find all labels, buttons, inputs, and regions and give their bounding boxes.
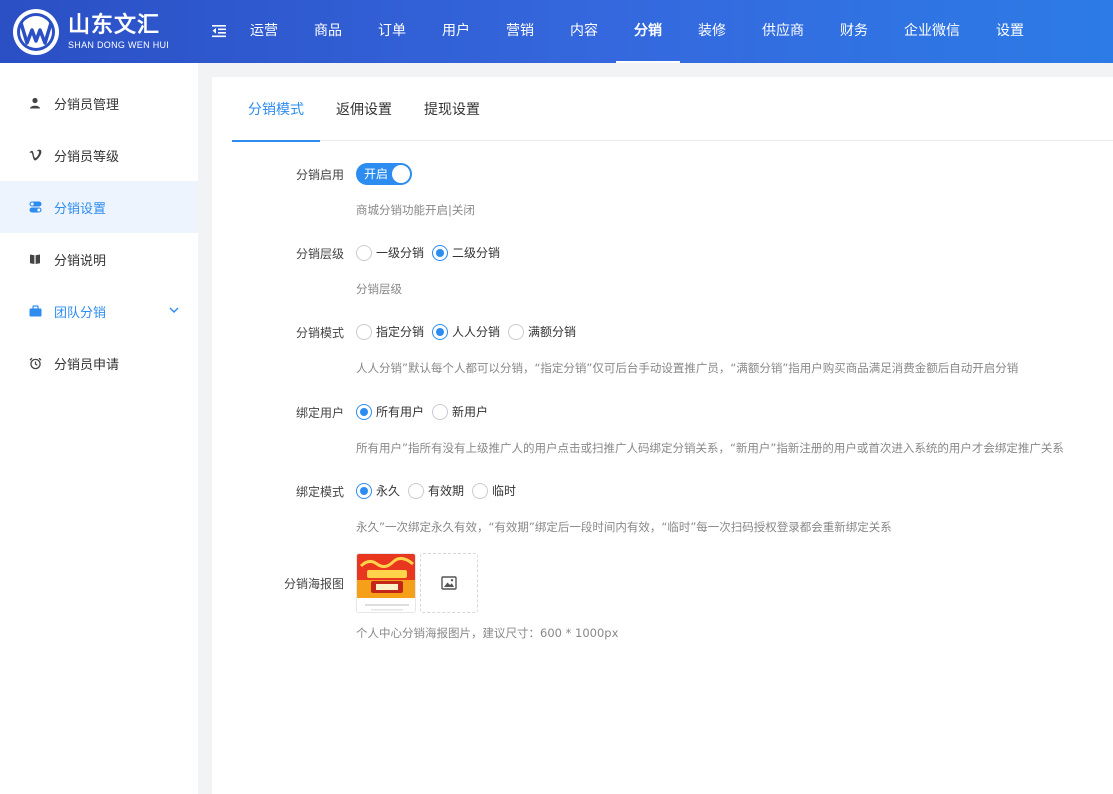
nav-marketing[interactable]: 营销	[488, 0, 552, 63]
nav-finance[interactable]: 财务	[822, 0, 886, 63]
sidebar-item-label: 团队分销	[54, 305, 107, 321]
toggle-settings-icon	[28, 200, 42, 214]
image-upload-icon	[441, 576, 457, 590]
radio-level-one[interactable]: 一级分销	[356, 244, 424, 261]
radio-circle	[356, 482, 372, 499]
alarm-clock-icon	[28, 356, 42, 370]
radio-bind-all-users[interactable]: 所有用户	[356, 403, 424, 420]
radio-circle	[432, 323, 449, 340]
poster-thumbnail[interactable]	[356, 553, 416, 613]
radio-mode-designated[interactable]: 指定分销	[356, 323, 424, 340]
nav-content[interactable]: 内容	[552, 0, 616, 63]
poster-image	[357, 554, 415, 612]
sidebar-item-distributor-application[interactable]: 分销员申请	[0, 337, 198, 389]
sidebar: 分销员管理 分销员等级 分销设置 分销说明 团队分销 分销员申请	[0, 63, 198, 794]
radio-circle	[356, 323, 372, 340]
nav-orders[interactable]: 订单	[360, 0, 424, 63]
field-label: 分销模式	[295, 326, 344, 340]
settings-tabs: 分销模式 返佣设置 提现设置	[232, 77, 1113, 142]
field-label: 分销海报图	[283, 577, 344, 591]
book-icon	[28, 252, 42, 266]
brand-logo-icon	[13, 9, 59, 55]
brand-name-en: SHAN DONG WEN HUI	[68, 40, 170, 50]
chevron-down-icon[interactable]	[168, 304, 180, 316]
nav-decoration[interactable]: 装修	[680, 0, 744, 63]
radio-label: 临时	[492, 484, 517, 498]
main-panel: 分销模式 返佣设置 提现设置 分销启用 开启 商城分销功能开启|关闭 分销层级 …	[212, 77, 1113, 794]
nav-products[interactable]: 商品	[296, 0, 360, 63]
top-header: 山东文汇 SHAN DONG WEN HUI 运营 商品 订单 用户 营销 内容…	[0, 0, 1113, 63]
radio-level-two[interactable]: 二级分销	[432, 244, 500, 261]
field-hint: 永久”一次绑定永久有效，“有效期”绑定后一段时间内有效，“临时”每一次扫码授权登…	[356, 520, 892, 534]
radio-label: 一级分销	[376, 246, 425, 260]
top-nav: 运营 商品 订单 用户 营销 内容 分销 装修 供应商 财务 企业微信 设置	[232, 0, 1042, 63]
sidebar-item-distribution-settings[interactable]: 分销设置	[0, 181, 198, 233]
sidebar-item-distribution-guide[interactable]: 分销说明	[0, 233, 198, 285]
nav-suppliers[interactable]: 供应商	[744, 0, 822, 63]
briefcase-icon	[28, 304, 42, 318]
brand-name-cn: 山东文汇	[68, 13, 161, 38]
radio-bind-new-users[interactable]: 新用户	[432, 403, 488, 420]
field-label: 分销层级	[295, 247, 344, 261]
radio-label: 新用户	[452, 405, 489, 419]
radio-circle	[508, 323, 525, 340]
radio-circle	[356, 403, 372, 420]
sidebar-item-team-distribution[interactable]: 团队分销	[0, 285, 198, 337]
brand-text: 山东文汇 SHAN DONG WEN HUI	[68, 13, 169, 51]
radio-label: 二级分销	[452, 246, 501, 260]
nav-distribution[interactable]: 分销	[616, 0, 680, 63]
radio-circle	[408, 482, 425, 499]
radio-mode-threshold[interactable]: 满额分销	[508, 323, 576, 340]
radio-circle	[472, 482, 489, 499]
radio-label: 人人分销	[452, 325, 501, 339]
nav-settings[interactable]: 设置	[978, 0, 1042, 63]
tab-commission-settings[interactable]: 返佣设置	[320, 77, 408, 141]
radio-circle	[432, 403, 449, 420]
brand-logo[interactable]: 山东文汇 SHAN DONG WEN HUI	[12, 8, 169, 56]
field-hint: 分销层级	[356, 282, 402, 296]
nav-users[interactable]: 用户	[424, 0, 488, 63]
menu-collapse-icon[interactable]	[211, 23, 227, 39]
field-label: 绑定模式	[295, 485, 344, 499]
sidebar-item-distributor-level[interactable]: 分销员等级	[0, 129, 198, 181]
radio-label: 指定分销	[376, 325, 425, 339]
sidebar-item-label: 分销设置	[54, 201, 107, 217]
radio-bind-validity[interactable]: 有效期	[408, 482, 464, 499]
nav-operations[interactable]: 运营	[232, 0, 296, 63]
radio-label: 永久	[376, 484, 401, 498]
sidebar-item-label: 分销说明	[54, 253, 107, 269]
sidebar-item-label: 分销员管理	[54, 97, 120, 113]
tab-distribution-mode[interactable]: 分销模式	[232, 77, 320, 142]
nav-wecom[interactable]: 企业微信	[886, 0, 978, 63]
tab-withdrawal-settings[interactable]: 提现设置	[408, 77, 496, 141]
sidebar-item-distributor-management[interactable]: 分销员管理	[0, 77, 198, 129]
field-hint: 人人分销”默认每个人都可以分销，“指定分销”仅可后台手动设置推广员，“满额分销”…	[356, 361, 1019, 375]
radio-bind-permanent[interactable]: 永久	[356, 482, 400, 499]
radio-bind-temporary[interactable]: 临时	[472, 482, 516, 499]
switch-text: 开启	[364, 167, 389, 181]
radio-label: 有效期	[428, 484, 465, 498]
radio-mode-everyone[interactable]: 人人分销	[432, 323, 500, 340]
field-hint: 个人中心分销海报图片，建议尺寸：600 * 1000px	[356, 626, 619, 640]
radio-circle	[432, 244, 449, 261]
field-hint: 商城分销功能开启|关闭	[356, 203, 475, 217]
sidebar-item-label: 分销员申请	[54, 357, 120, 373]
sidebar-item-label: 分销员等级	[54, 149, 120, 165]
field-label: 绑定用户	[295, 406, 344, 420]
switch-knob	[392, 165, 410, 183]
radio-circle	[356, 244, 372, 261]
radio-label: 满额分销	[528, 325, 577, 339]
field-label: 分销启用	[295, 168, 344, 182]
radio-label: 所有用户	[376, 405, 425, 419]
field-hint: 所有用户”指所有没有上级推广人的用户点击或扫推广人码绑定分销关系，“新用户”指新…	[356, 441, 1064, 455]
poster-upload-button[interactable]	[420, 553, 478, 613]
user-icon	[28, 96, 42, 110]
distribution-enable-switch[interactable]: 开启	[356, 163, 412, 185]
vimeo-v-icon	[28, 148, 42, 162]
